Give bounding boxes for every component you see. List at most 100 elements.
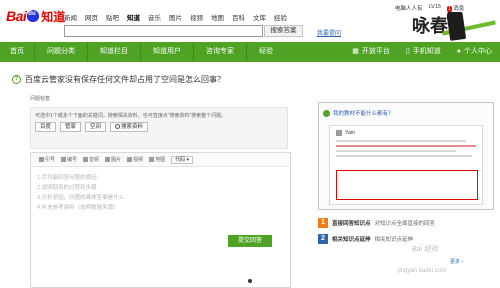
feature-title: 直接回答知识点 [332, 221, 371, 227]
user-level: LV15 [428, 4, 441, 10]
paw-icon [27, 10, 40, 22]
more-link[interactable]: 更多 › [450, 258, 463, 265]
message-link[interactable]: 1 消息 [446, 4, 464, 12]
preview-line [336, 150, 456, 152]
top-nav: 新闻 网页 贴吧 知道 音乐 图片 视频 地图 百科 文库 经验 [64, 12, 287, 22]
tb-video-label: 视频 [133, 157, 144, 163]
map-icon [149, 157, 155, 162]
topnav-baike[interactable]: 百科 [232, 12, 245, 22]
preview-line [336, 145, 476, 147]
nav-columns[interactable]: 知道栏目 [88, 42, 140, 62]
nav-jingyan[interactable]: 经验 [247, 42, 285, 62]
guide-card: 我的教材不能什么都有？ Yam [318, 102, 494, 210]
topnav-map[interactable]: 地图 [211, 12, 224, 22]
question-icon: ? [12, 75, 21, 84]
nav-open-platform[interactable]: ▦ 开放平台 [344, 42, 398, 62]
search-material-button[interactable]: 搜索资料 [110, 122, 149, 132]
user-icon: ● [456, 48, 461, 55]
feature-desc: 对知识点全面直接的回答 [374, 221, 436, 227]
topnav-jingyan[interactable]: 经验 [274, 12, 287, 22]
nav-mobile[interactable]: ▯ 手机知道 [398, 42, 449, 62]
logo-zhidao-text: 知道 [41, 9, 66, 24]
code-language-select[interactable]: 代码 ▾ [171, 155, 194, 164]
watermark-logo: Bai 经验 [412, 246, 439, 253]
search-button[interactable]: 搜索答案 [264, 25, 303, 37]
nav-personal-center-label: 个人中心 [464, 48, 492, 55]
submit-answer-button[interactable]: 提交回答 [228, 235, 272, 247]
tb-map-label: 地图 [155, 157, 166, 163]
placeholder-line: 1.尽可能回答问题的原因 [37, 175, 97, 181]
topnav-zhidao[interactable]: 知道 [127, 12, 140, 22]
keyword-baidu[interactable]: 百度 [35, 122, 57, 132]
editor-toolbar: 引号 编号 音频 图片 视频 地图 代码 ▾ [31, 153, 290, 167]
nav-experts[interactable]: 咨询专家 [194, 42, 246, 62]
audio-icon [83, 157, 89, 162]
editor-placeholder: 1.尽可能回答问题的原因 2.说明回答的过程和步骤 3.分析原因，问题的具体答案… [37, 173, 124, 213]
guide-card-title: 我的教材不能什么都有？ [333, 111, 394, 117]
nav-right-group: ▦ 开放平台 ▯ 手机知道 ● 个人中心 [344, 42, 500, 62]
placeholder-line: 2.说明回答的过程和步骤 [37, 185, 97, 191]
topnav-video[interactable]: 视频 [190, 12, 203, 22]
tb-list[interactable]: 编号 [61, 156, 77, 163]
watermark-url: jingyan.baidu.com [398, 268, 447, 274]
topnav-music[interactable]: 音乐 [148, 12, 161, 22]
topnav-wenku[interactable]: 文库 [253, 12, 266, 22]
preview-line [336, 140, 466, 142]
list-icon [61, 157, 67, 162]
feature-number: 1 [318, 218, 328, 228]
tags-label: 问题标签 [30, 96, 51, 102]
topnav-web[interactable]: 网页 [85, 12, 98, 22]
preview-username: Yam [345, 130, 355, 136]
feature-title: 相关知识点延伸 [332, 237, 371, 243]
nav-open-platform-label: 开放平台 [361, 48, 390, 55]
search-icon [115, 124, 121, 129]
question-title: 百度云管家没有保存任何文件却占用了空间是怎么回事？ [25, 75, 225, 84]
nav-mobile-label: 手机知道 [412, 48, 441, 55]
search-material-label: 搜索资料 [121, 124, 144, 130]
nav-users[interactable]: 知道用户 [141, 42, 193, 62]
preview-line [336, 155, 472, 157]
baidu-zhidao-logo[interactable]: Bai 知道 [6, 5, 65, 27]
guide-panel: 我的教材不能什么都有？ Yam 1 直接回答知识点 对知识点全面直接的回答 2 … [318, 102, 500, 288]
quote-icon [39, 157, 44, 162]
hero-banner: 咏春 [382, 12, 500, 42]
guide-card-header: 我的教材不能什么都有？ [323, 109, 394, 117]
placeholder-line: 4.补充参考资料（说明数据来源） [37, 205, 119, 211]
tb-audio-label: 音频 [89, 157, 100, 163]
ask-question-link[interactable]: 我要提问 [317, 28, 341, 37]
tb-video[interactable]: 视频 [127, 156, 143, 163]
hero-figure [445, 12, 467, 41]
search-input[interactable] [64, 25, 263, 37]
feature-extension: 2 相关知识点延伸 相关知识点延伸 [318, 234, 413, 244]
info-icon [323, 109, 330, 117]
tb-audio[interactable]: 音频 [83, 156, 99, 163]
preview-highlight-box [336, 170, 478, 200]
tb-quote[interactable]: 引号 [39, 156, 55, 163]
tb-list-label: 编号 [67, 157, 78, 163]
nav-home[interactable]: 首页 [0, 42, 34, 62]
tb-image-label: 图片 [111, 157, 122, 163]
keyword-hint: 可选中1个或多个下面的关键词，搜索相关资料。也可直接点“搜索资料”搜索整个问题。 [35, 113, 227, 119]
nav-categories[interactable]: 问题分类 [35, 42, 87, 62]
keyword-guanjia[interactable]: 管家 [60, 122, 82, 132]
preview-user: Yam [336, 130, 355, 136]
feature-direct-answer: 1 直接回答知识点 对知识点全面直接的回答 [318, 218, 435, 228]
topnav-images[interactable]: 图片 [169, 12, 182, 22]
answer-editor[interactable]: 引号 编号 音频 图片 视频 地图 代码 ▾ 1.尽可能回答问题的原因 2.说明… [30, 152, 291, 288]
preview-text [336, 140, 480, 160]
keyword-kongjian[interactable]: 空间 [85, 122, 107, 132]
main-content: ? 百度云管家没有保存任何文件却占用了空间是怎么回事？ 问题标签 可选中1个或多… [0, 62, 500, 288]
topnav-tieba[interactable]: 贴吧 [106, 12, 119, 22]
avatar [336, 130, 342, 136]
username-link[interactable]: 电脑人人有 [395, 4, 423, 12]
user-area: 电脑人人有 LV15 1 消息 [395, 4, 464, 12]
tb-map[interactable]: 地图 [149, 156, 165, 163]
code-select-label: 代码 [175, 156, 186, 163]
tb-image[interactable]: 图片 [105, 156, 121, 163]
topnav-news[interactable]: 新闻 [64, 12, 77, 22]
nav-personal-center[interactable]: ● 个人中心 [449, 42, 500, 62]
video-icon [127, 157, 133, 162]
phone-icon: ▯ [405, 48, 410, 55]
tb-quote-label: 引号 [45, 157, 56, 163]
feature-desc: 相关知识点延伸 [374, 237, 414, 243]
